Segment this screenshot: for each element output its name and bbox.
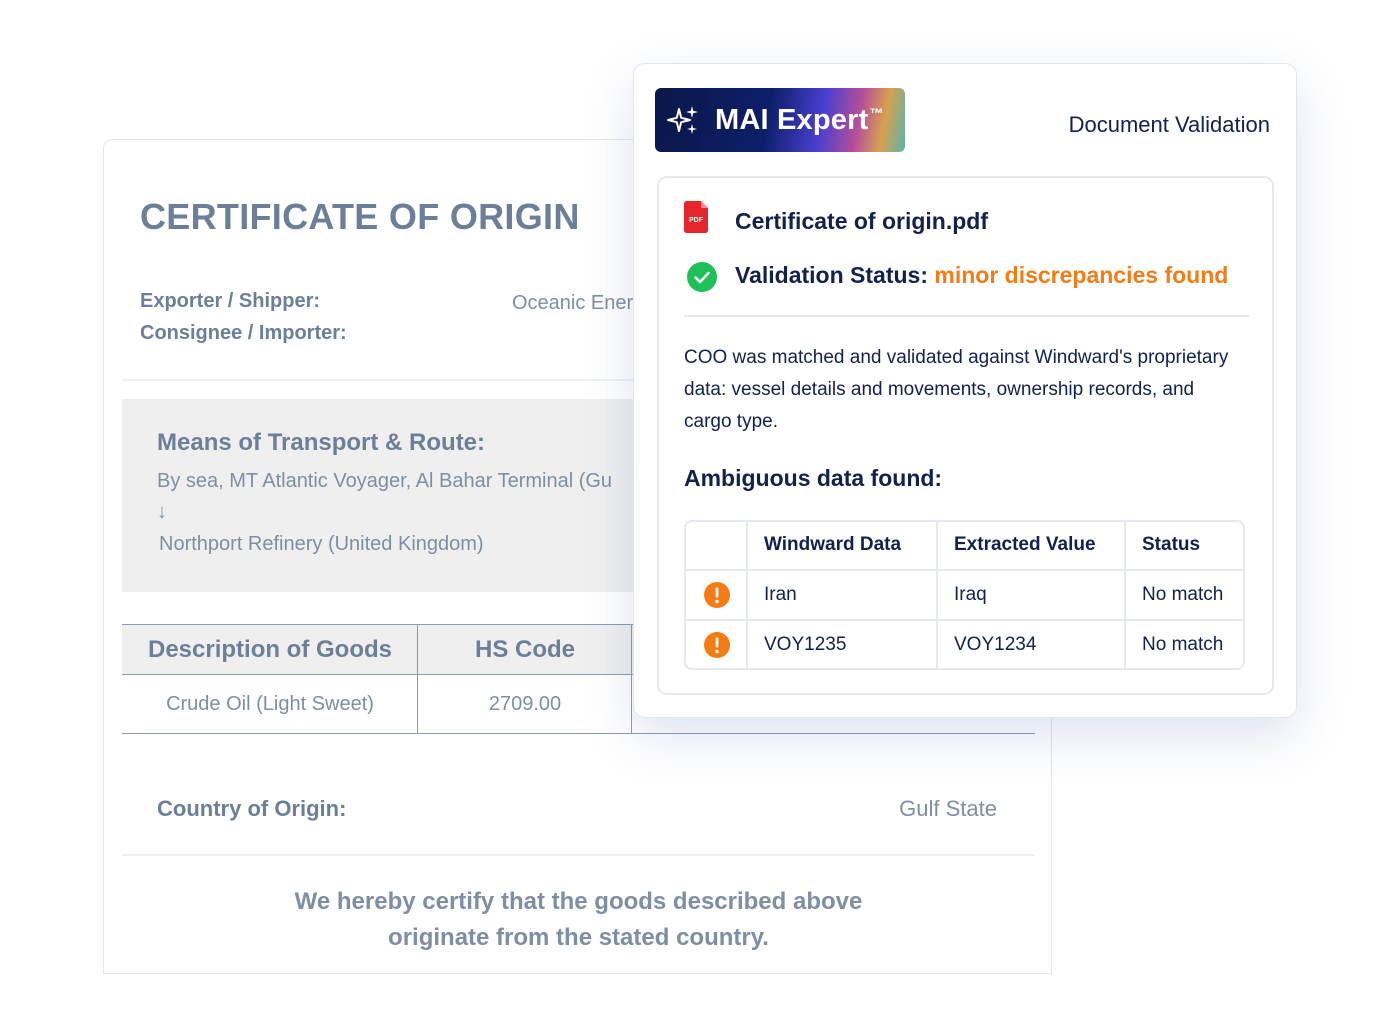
- file-name[interactable]: Certificate of origin.pdf: [735, 208, 988, 235]
- goods-table-divider: [631, 624, 632, 734]
- cell-windward-data: VOY1235: [764, 634, 847, 655]
- table-divider: [936, 522, 938, 668]
- validation-status-label: Validation Status:: [735, 262, 928, 288]
- country-of-origin-value: Gulf State: [899, 796, 997, 821]
- exporter-label: Exporter / Shipper:: [140, 290, 321, 312]
- goods-table-divider: [417, 624, 418, 734]
- route-origin: By sea, MT Atlantic Voyager, Al Bahar Te…: [157, 470, 613, 492]
- divider: [684, 315, 1249, 317]
- panel-title: Document Validation: [1068, 112, 1270, 137]
- column-header-extracted-value: Extracted Value: [954, 534, 1096, 555]
- validation-description: COO was matched and validated against Wi…: [684, 347, 1229, 432]
- table-divider: [746, 522, 748, 668]
- goods-table-bottom: [122, 733, 1035, 734]
- ambiguous-data-table: Windward Data Extracted Value Status Ira…: [684, 520, 1245, 670]
- goods-header-description: Description of Goods: [147, 635, 392, 663]
- pdf-icon-label: PDF: [689, 217, 704, 224]
- column-header-status: Status: [1142, 534, 1201, 555]
- warning-icon: [704, 582, 730, 608]
- divider: [122, 854, 1035, 856]
- goods-cell-description: Crude Oil (Light Sweet): [166, 693, 374, 715]
- certification-line: We hereby certify that the goods describ…: [294, 888, 863, 915]
- warning-icon: [704, 632, 730, 658]
- goods-cell-hs-code: 2709.00: [488, 693, 562, 715]
- route-arrow-icon: ↓: [157, 501, 167, 523]
- validation-status-value: minor discrepancies found: [934, 262, 1229, 288]
- exporter-value: Oceanic Ener: [512, 292, 634, 314]
- table-divider: [686, 569, 1243, 571]
- trademark-symbol: ™: [869, 104, 884, 121]
- check-circle-icon: [687, 262, 717, 292]
- route-title: Means of Transport & Route:: [157, 429, 486, 456]
- cell-extracted-value: VOY1234: [954, 634, 1037, 655]
- sparkles-icon: [667, 106, 698, 134]
- country-of-origin-label: Country of Origin:: [157, 796, 347, 821]
- badge-label: MAI Expert™: [715, 103, 884, 136]
- column-header-windward-data: Windward Data: [764, 534, 902, 555]
- certification-statement: We hereby certify that the goods describ…: [104, 884, 1051, 956]
- cell-status: No match: [1142, 634, 1224, 655]
- validation-result-card: PDF Certificate of origin.pdf Validation…: [657, 176, 1274, 695]
- route-destination: Northport Refinery (United Kingdom): [159, 533, 484, 555]
- certificate-title: CERTIFICATE OF ORIGIN: [140, 196, 580, 237]
- certification-line: originate from the stated country.: [388, 924, 769, 951]
- goods-header-hs-code: HS Code: [474, 635, 575, 663]
- consignee-label: Consignee / Importer:: [140, 322, 347, 344]
- cell-windward-data: Iran: [764, 584, 797, 605]
- table-divider: [1124, 522, 1126, 668]
- mai-expert-badge: MAI Expert™: [655, 88, 905, 152]
- table-divider: [686, 619, 1243, 621]
- pdf-file-icon: PDF: [684, 201, 708, 233]
- validation-status: Validation Status: minor discrepancies f…: [735, 262, 1228, 289]
- cell-extracted-value: Iraq: [954, 584, 987, 605]
- cell-status: No match: [1142, 584, 1224, 605]
- validation-panel: MAI Expert™ Document Validation PDF Cert…: [633, 63, 1297, 718]
- ambiguous-data-title: Ambiguous data found:: [684, 465, 943, 491]
